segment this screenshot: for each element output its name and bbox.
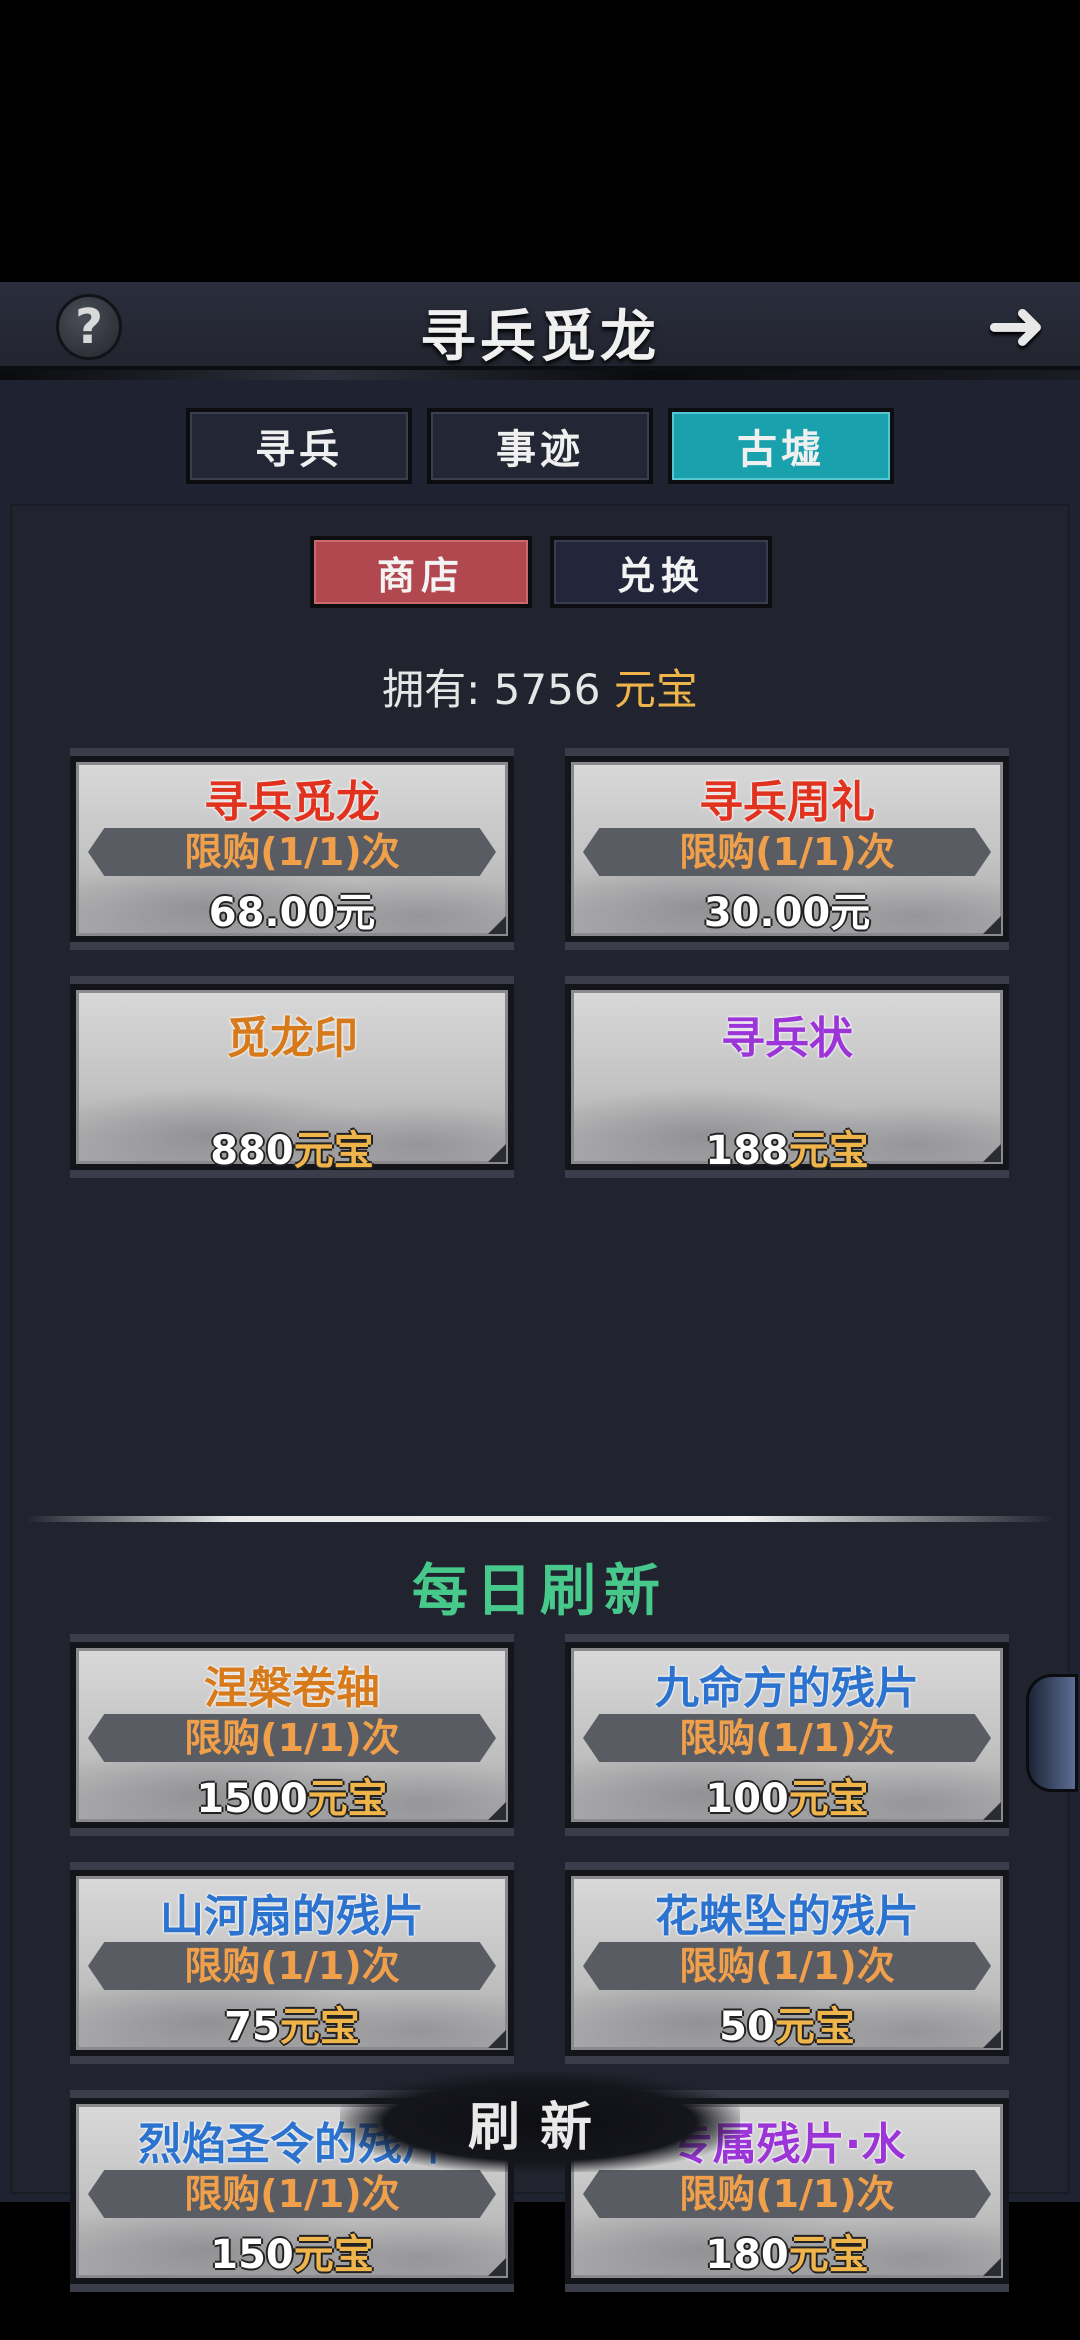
item-name: 寻兵状 xyxy=(721,1013,853,1064)
item-price: 50元宝 xyxy=(719,2004,855,2050)
tab-guxu[interactable]: 古墟 xyxy=(668,408,894,484)
header-divider xyxy=(0,370,1080,380)
side-drawer-handle[interactable] xyxy=(1026,1674,1078,1792)
item-name: 山河扇的残片 xyxy=(160,1891,424,1942)
item-price: 188元宝 xyxy=(705,1128,869,1174)
purchase-limit: 限购(1/1)次 xyxy=(184,1716,400,1760)
refresh-button[interactable]: 刷新 xyxy=(340,2072,740,2172)
purchase-limit: 限购(1/1)次 xyxy=(184,1944,400,1988)
tab-shiji[interactable]: 事迹 xyxy=(427,408,653,484)
item-price: 1500元宝 xyxy=(196,1776,388,1822)
item-name: 寻兵周礼 xyxy=(699,777,875,828)
header: ? 寻兵觅龙 ➜ xyxy=(0,282,1080,370)
item-name: 花蛛坠的残片 xyxy=(655,1891,919,1942)
purchase-limit: 限购(1/1)次 xyxy=(679,830,895,874)
item-price: 30.00元 xyxy=(703,890,871,936)
owned-currency: 拥有: 5756 元宝 xyxy=(12,656,1068,717)
tab-shop[interactable]: 商店 xyxy=(310,536,532,608)
top-tabs: 寻兵 事迹 古墟 xyxy=(186,408,894,484)
item-name: 寻兵觅龙 xyxy=(204,777,380,828)
tab-xunbing[interactable]: 寻兵 xyxy=(186,408,412,484)
purchase-limit: 限购(1/1)次 xyxy=(679,2172,895,2216)
daily-item-card[interactable]: 花蛛坠的残片 限购(1/1)次 50元宝 xyxy=(565,1862,1009,2064)
shop-item-card[interactable]: 寻兵周礼 限购(1/1)次 30.00元 xyxy=(565,748,1009,950)
purchase-limit: 限购(1/1)次 xyxy=(184,2172,400,2216)
daily-item-card[interactable]: 山河扇的残片 限购(1/1)次 75元宝 xyxy=(70,1862,514,2064)
arrow-right-icon[interactable]: ➜ xyxy=(968,289,1064,361)
daily-item-card[interactable]: 九命方的残片 限购(1/1)次 100元宝 xyxy=(565,1634,1009,1836)
shop-panel: 商店 兑换 拥有: 5756 元宝 寻兵觅龙 限购(1/1)次 68.00元 寻… xyxy=(10,504,1078,2292)
item-price: 68.00元 xyxy=(208,890,376,936)
item-price: 880元宝 xyxy=(210,1128,374,1174)
owned-amount: 5756 xyxy=(493,665,601,714)
item-price: 75元宝 xyxy=(224,2004,360,2050)
app-window: ? 寻兵觅龙 ➜ 寻兵 事迹 古墟 商店 兑换 拥有: 5756 元宝 寻兵觅龙… xyxy=(0,282,1080,2292)
shop-item-card[interactable]: 觅龙印 880元宝 xyxy=(70,976,514,1178)
sub-tabs: 商店 兑换 xyxy=(310,536,786,612)
purchase-limit: 限购(1/1)次 xyxy=(679,1716,895,1760)
owned-currency-name: 元宝 xyxy=(613,665,698,714)
owned-label: 拥有: xyxy=(382,665,481,714)
item-price: 100元宝 xyxy=(705,1776,869,1822)
item-price: 180元宝 xyxy=(705,2232,869,2278)
purchase-limit: 限购(1/1)次 xyxy=(184,830,400,874)
shop-item-card[interactable]: 寻兵状 188元宝 xyxy=(565,976,1009,1178)
item-name: 涅槃卷轴 xyxy=(204,1663,380,1714)
section-divider xyxy=(26,1516,1054,1522)
item-price: 150元宝 xyxy=(210,2232,374,2278)
item-name: 觅龙印 xyxy=(226,1013,358,1064)
tab-exchange[interactable]: 兑换 xyxy=(550,536,772,608)
purchase-limit: 限购(1/1)次 xyxy=(679,1944,895,1988)
item-name: 九命方的残片 xyxy=(655,1663,919,1714)
page-title: 寻兵觅龙 xyxy=(420,304,660,370)
daily-item-card[interactable]: 涅槃卷轴 限购(1/1)次 1500元宝 xyxy=(70,1634,514,1836)
daily-refresh-title: 每日刷新 xyxy=(412,1558,668,1624)
shop-item-card[interactable]: 寻兵觅龙 限购(1/1)次 68.00元 xyxy=(70,748,514,950)
